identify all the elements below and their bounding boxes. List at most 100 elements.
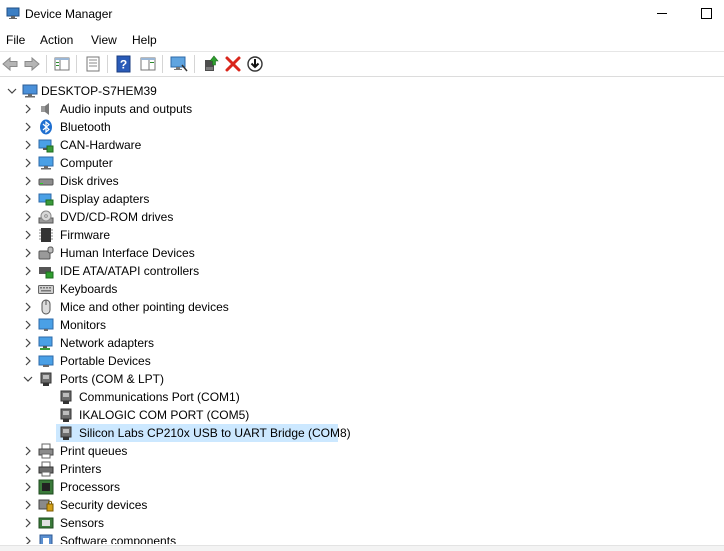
menu-action[interactable]: Action bbox=[40, 33, 73, 47]
toolbar-separator bbox=[46, 55, 47, 73]
menu-file[interactable]: File bbox=[6, 33, 25, 47]
tree-item-bluetooth[interactable]: Bluetooth bbox=[22, 118, 322, 136]
chevron-right-icon[interactable] bbox=[22, 229, 34, 241]
menu-help[interactable]: Help bbox=[132, 33, 157, 47]
monitor-icon bbox=[38, 318, 54, 331]
tree-child-com5[interactable]: IKALOGIC COM PORT (COM5) bbox=[56, 406, 356, 424]
keyboard-icon bbox=[38, 285, 54, 294]
speaker-icon bbox=[41, 103, 49, 115]
chevron-right-icon[interactable] bbox=[22, 355, 34, 367]
chip-icon bbox=[39, 228, 53, 242]
tree-root[interactable]: DESKTOP-S7HEM39 bbox=[6, 82, 206, 100]
chevron-right-icon[interactable] bbox=[22, 337, 34, 349]
maximize-button[interactable] bbox=[696, 2, 718, 24]
chevron-down-icon[interactable] bbox=[6, 85, 18, 97]
tree-item-label: Portable Devices bbox=[60, 354, 151, 368]
properties-icon[interactable] bbox=[84, 55, 102, 73]
tree-item-label: Print queues bbox=[60, 444, 128, 458]
printer-icon bbox=[38, 461, 54, 477]
display-adapter-icon bbox=[38, 193, 54, 206]
toolbar-separator bbox=[107, 55, 108, 73]
action-pane-icon[interactable] bbox=[139, 55, 157, 73]
tree-item-label: Network adapters bbox=[60, 336, 155, 350]
tree-item-dvd[interactable]: DVD/CD-ROM drives bbox=[22, 208, 322, 226]
tree-child-label: Silicon Labs CP210x USB to UART Bridge (… bbox=[79, 426, 351, 440]
chevron-right-icon[interactable] bbox=[22, 139, 34, 151]
show-hide-console-tree-icon[interactable] bbox=[53, 55, 71, 73]
chevron-right-icon[interactable] bbox=[22, 499, 34, 511]
tree-item-label: Keyboards bbox=[60, 282, 118, 296]
tree-item-label: Bluetooth bbox=[60, 120, 111, 134]
tree-item-firmware[interactable]: Firmware bbox=[22, 226, 322, 244]
chevron-right-icon[interactable] bbox=[22, 193, 34, 205]
toolbar: ? bbox=[0, 52, 724, 77]
chevron-right-icon[interactable] bbox=[22, 301, 34, 313]
tree-item-audio[interactable]: Audio inputs and outputs bbox=[22, 100, 322, 118]
tree-item-display-adapters[interactable]: Display adapters bbox=[22, 190, 322, 208]
port-icon bbox=[60, 426, 72, 440]
chevron-right-icon[interactable] bbox=[22, 103, 34, 115]
network-card-icon bbox=[38, 139, 54, 153]
processor-icon bbox=[38, 479, 54, 495]
chevron-right-icon[interactable] bbox=[22, 175, 34, 187]
tree-item-label: Ports (COM & LPT) bbox=[60, 372, 165, 386]
tree-item-label: Printers bbox=[60, 462, 102, 476]
tree-item-hid[interactable]: Human Interface Devices bbox=[22, 244, 322, 262]
tree-item-print-queues[interactable]: Print queues bbox=[22, 442, 322, 460]
toolbar-separator bbox=[162, 55, 163, 73]
menu-view[interactable]: View bbox=[91, 33, 117, 47]
back-arrow-icon[interactable] bbox=[1, 55, 19, 73]
tree-item-label: Computer bbox=[60, 156, 113, 170]
chevron-right-icon[interactable] bbox=[22, 211, 34, 223]
tree-child-com1[interactable]: Communications Port (COM1) bbox=[56, 388, 356, 406]
tree-item-label: Processors bbox=[60, 480, 121, 494]
chevron-right-icon[interactable] bbox=[22, 283, 34, 295]
tree-item-keyboards[interactable]: Keyboards bbox=[22, 280, 322, 298]
tree-item-security-devices[interactable]: Security devices bbox=[22, 496, 322, 514]
svg-text:?: ? bbox=[120, 58, 127, 72]
portable-device-icon bbox=[38, 355, 54, 367]
chevron-right-icon[interactable] bbox=[22, 319, 34, 331]
tree-item-software-components[interactable]: Software components bbox=[22, 532, 322, 544]
chevron-right-icon[interactable] bbox=[22, 247, 34, 259]
help-icon[interactable]: ? bbox=[115, 55, 133, 73]
tree-item-label: Firmware bbox=[60, 228, 110, 242]
update-driver-icon[interactable] bbox=[202, 55, 220, 73]
tree-item-network-adapters[interactable]: Network adapters bbox=[22, 334, 322, 352]
tree-item-label: Security devices bbox=[60, 498, 148, 512]
tree-item-printers[interactable]: Printers bbox=[22, 460, 322, 478]
scan-hardware-icon[interactable] bbox=[170, 55, 188, 73]
tree-item-mice[interactable]: Mice and other pointing devices bbox=[22, 298, 322, 316]
chevron-right-icon[interactable] bbox=[22, 157, 34, 169]
tree-item-label: Sensors bbox=[60, 516, 105, 530]
tree-item-ports[interactable]: Ports (COM & LPT) bbox=[22, 370, 322, 388]
minimize-button[interactable] bbox=[652, 2, 674, 24]
tree-child-com8[interactable]: Silicon Labs CP210x USB to UART Bridge (… bbox=[56, 424, 356, 442]
hid-icon bbox=[38, 246, 54, 260]
tree-child-label: Communications Port (COM1) bbox=[79, 390, 240, 404]
tree-item-ide[interactable]: IDE ATA/ATAPI controllers bbox=[22, 262, 322, 280]
tree-item-can-hardware[interactable]: CAN-Hardware bbox=[22, 136, 322, 154]
chevron-right-icon[interactable] bbox=[22, 517, 34, 529]
chevron-right-icon[interactable] bbox=[22, 463, 34, 475]
tree-item-computer[interactable]: Computer bbox=[22, 154, 322, 172]
chevron-right-icon[interactable] bbox=[22, 121, 34, 133]
download-driver-icon[interactable] bbox=[246, 55, 264, 73]
chevron-right-icon[interactable] bbox=[22, 535, 34, 544]
forward-arrow-icon[interactable] bbox=[23, 55, 41, 73]
uninstall-device-icon[interactable] bbox=[224, 55, 242, 73]
chevron-down-icon[interactable] bbox=[22, 373, 34, 385]
chevron-right-icon[interactable] bbox=[22, 445, 34, 457]
chevron-right-icon[interactable] bbox=[22, 481, 34, 493]
sensor-icon bbox=[38, 517, 54, 529]
tree-item-disk-drives[interactable]: Disk drives bbox=[22, 172, 322, 190]
mouse-icon bbox=[41, 299, 51, 315]
tree-item-monitors[interactable]: Monitors bbox=[22, 316, 322, 334]
tree-item-sensors[interactable]: Sensors bbox=[22, 514, 322, 532]
chevron-right-icon[interactable] bbox=[22, 265, 34, 277]
tree-item-portable-devices[interactable]: Portable Devices bbox=[22, 352, 322, 370]
tree-item-processors[interactable]: Processors bbox=[22, 478, 322, 496]
print-queue-icon bbox=[38, 443, 54, 459]
ide-controller-icon bbox=[39, 267, 54, 279]
device-tree: DESKTOP-S7HEM39 Audio inputs and outputs… bbox=[0, 80, 724, 544]
